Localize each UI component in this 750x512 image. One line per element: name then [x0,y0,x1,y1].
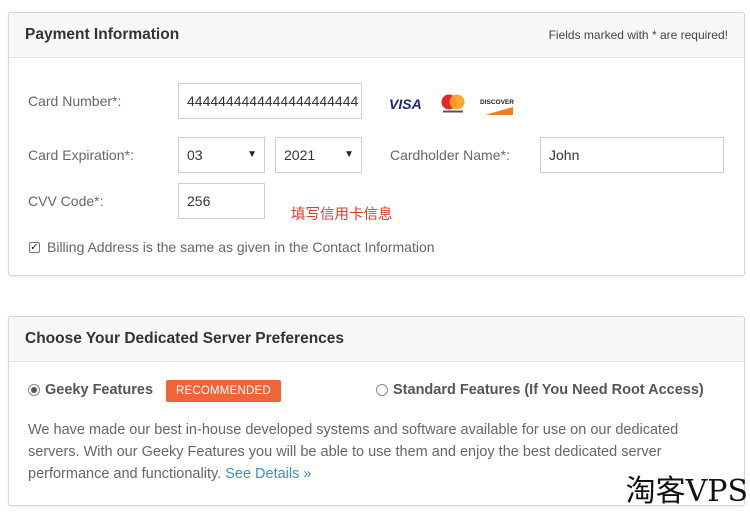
payment-panel-title: Payment Information [25,26,180,43]
chevron-down-icon: ▼ [247,149,257,160]
mastercard-logo-icon [441,94,465,113]
annotation-text: 填写信用卡信息 [291,207,393,223]
card-expiration-label: Card Expiration*: [28,147,134,163]
exp-month-select[interactable]: 03 ▼ [178,137,265,173]
recommended-badge: RECOMMENDED [166,380,281,402]
billing-same-label[interactable]: Billing Address is the same as given in … [47,239,435,255]
discover-logo-icon: DISCOVER [480,99,514,115]
description-line-2: servers. With our Geeky Features you wil… [28,444,662,460]
cardholder-name-input[interactable]: John [540,137,724,173]
visa-logo-icon: VISA [389,96,422,112]
cvv-code-label: CVV Code*: [28,193,104,209]
geeky-features-description: We have made our best in-house developed… [28,419,728,485]
payment-information-panel: Payment Information Fields marked with *… [8,12,745,276]
description-line-3: performance and functionality. See Detai… [28,463,728,485]
geeky-features-radio[interactable] [28,384,40,396]
payment-panel-header: Payment Information Fields marked with *… [9,13,744,58]
card-number-label: Card Number*: [28,93,122,109]
billing-same-checkbox[interactable]: ✓ [29,242,40,253]
chevron-down-icon: ▼ [344,149,354,160]
standard-features-label[interactable]: Standard Features (If You Need Root Acce… [393,382,704,398]
exp-year-select[interactable]: 2021 ▼ [275,137,362,173]
geeky-features-label[interactable]: Geeky Features [45,382,153,398]
svg-text:DISCOVER: DISCOVER [480,99,514,106]
preferences-panel-title: Choose Your Dedicated Server Preferences [25,330,345,347]
exp-month-value: 03 [187,147,203,163]
see-details-link[interactable]: See Details » [225,466,311,482]
preferences-panel-header: Choose Your Dedicated Server Preferences [9,317,744,362]
cvv-code-input[interactable]: 256 [178,183,265,219]
card-number-input[interactable]: 4444444444444444444444 [178,83,362,119]
required-fields-note: Fields marked with * are required! [548,28,728,42]
description-line-3-text: performance and functionality. [28,466,222,482]
description-line-1: We have made our best in-house developed… [28,422,679,438]
cardholder-name-label: Cardholder Name*: [390,147,510,163]
exp-year-value: 2021 [284,147,316,163]
standard-features-radio[interactable] [376,384,388,396]
watermark-text: 淘客VPS [625,474,748,509]
